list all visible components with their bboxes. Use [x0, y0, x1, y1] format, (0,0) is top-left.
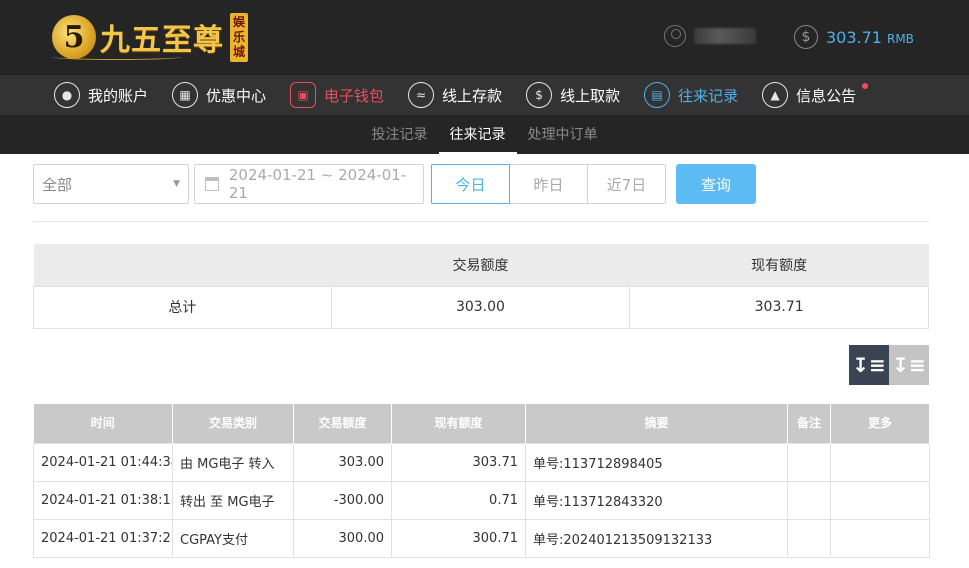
cell-more[interactable]	[830, 442, 930, 482]
summary-header-blank	[33, 244, 332, 286]
table-row: 2024-01-21 01:44:38 由 MG电子 转入 303.00 303…	[33, 442, 930, 482]
balance-currency: RMB	[886, 31, 914, 46]
cell-more[interactable]	[830, 518, 930, 558]
cell-balance: 0.71	[391, 480, 526, 520]
sort-controls: ↧≡ ↧≡	[849, 345, 929, 385]
nav-online-withdraw[interactable]: $ 线上取款	[526, 82, 620, 108]
logo-badge: 娱 乐 城	[230, 12, 248, 62]
tab-transaction-records[interactable]: 往来记录	[438, 124, 517, 154]
logo-text: 九五至尊	[100, 23, 224, 58]
nav-label: 线上取款	[560, 86, 621, 105]
col-type: 交易类别	[172, 404, 294, 443]
bell-icon: ▲	[762, 82, 789, 108]
sort-asc-button[interactable]: ↧≡	[889, 345, 929, 385]
nav-online-deposit[interactable]: ≈ 线上存款	[408, 82, 502, 108]
date-range-input[interactable]: 2024-01-21 ~ 2024-01-21	[194, 164, 424, 204]
type-select-value: 全部	[42, 175, 73, 194]
wallet-icon: ▣	[290, 82, 317, 108]
today-button[interactable]: 今日	[431, 164, 510, 204]
col-amount: 交易额度	[293, 404, 392, 443]
summary-table: 交易额度 现有额度 总计 303.00 303.71	[33, 244, 929, 329]
gift-icon: ▦	[172, 82, 199, 108]
cell-remark	[787, 480, 831, 520]
nav-transaction-records[interactable]: ▤ 往来记录	[644, 82, 738, 108]
cell-summary: 单号:202401213509132133	[525, 518, 788, 558]
nav-label: 线上存款	[442, 86, 503, 105]
dollar-icon: $	[794, 25, 818, 49]
balance-value: 303.71	[826, 27, 882, 47]
cell-summary: 单号:113712898405	[525, 442, 788, 482]
summary-total-row: 总计 303.00 303.71	[33, 285, 929, 329]
nav-announcements[interactable]: ▲ 信息公告	[762, 82, 869, 108]
nav-label: 电子钱包	[324, 86, 385, 105]
summary-header-current: 现有额度	[629, 244, 929, 286]
sort-desc-icon: ↧≡	[852, 353, 886, 377]
records-header-row: 时间 交易类别 交易额度 现有额度 摘要 备注 更多	[33, 404, 930, 443]
logo-emblem: 5	[52, 15, 96, 59]
quick-date-group: 今日 昨日 近7日	[431, 164, 666, 204]
col-remark: 备注	[787, 404, 831, 443]
nav-label: 优惠中心	[206, 86, 267, 105]
nav-label: 信息公告	[796, 86, 857, 105]
tab-bet-records[interactable]: 投注记录	[361, 124, 439, 154]
records-icon: ▤	[644, 82, 671, 108]
summary-header-row: 交易额度 现有额度	[33, 244, 929, 286]
username-redacted	[694, 28, 756, 44]
withdraw-icon: $	[526, 82, 553, 108]
tab-pending-orders[interactable]: 处理中订单	[517, 124, 609, 154]
col-time: 时间	[33, 404, 173, 443]
type-select[interactable]: 全部 ▼	[33, 164, 189, 204]
cell-amount: 300.00	[293, 518, 392, 558]
cell-amount: -300.00	[293, 480, 392, 520]
nav-label: 我的账户	[88, 86, 149, 105]
table-row: 2024-01-21 01:37:27 CGPAY支付 300.00 300.7…	[33, 518, 930, 558]
logo-flourish	[52, 54, 182, 60]
date-range-value: 2024-01-21 ~ 2024-01-21	[228, 166, 407, 202]
records-table: 时间 交易类别 交易额度 现有额度 摘要 备注 更多 2024-01-21 01…	[33, 404, 930, 558]
nav-e-wallet[interactable]: ▣ 电子钱包	[290, 82, 384, 108]
cell-summary: 单号:113712843320	[525, 480, 788, 520]
cell-remark	[787, 518, 831, 558]
divider	[33, 221, 929, 222]
nav-my-account[interactable]: ● 我的账户	[54, 82, 148, 108]
col-balance: 现有额度	[391, 404, 526, 443]
top-header: 5 九五至尊 娱 乐 城 $ 303.71 RMB	[0, 0, 969, 74]
cell-type: CGPAY支付	[172, 518, 294, 558]
cell-amount: 303.00	[293, 442, 392, 482]
cell-more[interactable]	[830, 480, 930, 520]
cell-type: 由 MG电子 转入	[172, 442, 294, 482]
balance-display: $ 303.71 RMB	[794, 25, 914, 49]
cell-time: 2024-01-21 01:44:38	[33, 442, 173, 482]
notification-dot	[862, 83, 869, 89]
user-info[interactable]	[664, 25, 756, 47]
main-nav: ● 我的账户 ▦ 优惠中心 ▣ 电子钱包 ≈ 线上存款 $ 线上取款 ▤ 往来记…	[0, 74, 969, 115]
cell-time: 2024-01-21 01:37:27	[33, 518, 173, 558]
nav-label: 往来记录	[678, 86, 739, 105]
filter-bar: 全部 ▼ 2024-01-21 ~ 2024-01-21 今日 昨日 近7日 查…	[33, 164, 756, 204]
summary-header-transaction: 交易额度	[331, 244, 630, 286]
yesterday-button[interactable]: 昨日	[509, 164, 588, 204]
summary-total-transaction: 303.00	[330, 285, 631, 329]
summary-total-current: 303.71	[629, 285, 929, 329]
table-row: 2024-01-21 01:38:13 转出 至 MG电子 -300.00 0.…	[33, 480, 930, 520]
sort-asc-icon: ↧≡	[892, 353, 926, 377]
user-avatar-icon	[664, 25, 686, 47]
col-summary: 摘要	[525, 404, 788, 443]
summary-total-label: 总计	[33, 285, 332, 329]
col-more: 更多	[830, 404, 930, 443]
cell-time: 2024-01-21 01:38:13	[33, 480, 173, 520]
last-7-days-button[interactable]: 近7日	[587, 164, 666, 204]
cell-type: 转出 至 MG电子	[172, 480, 294, 520]
sort-desc-button[interactable]: ↧≡	[849, 345, 889, 385]
cell-remark	[787, 442, 831, 482]
user-icon: ●	[54, 82, 80, 108]
calendar-icon	[205, 177, 219, 191]
query-button[interactable]: 查询	[676, 164, 756, 204]
cell-balance: 300.71	[391, 518, 526, 558]
nav-promotions[interactable]: ▦ 优惠中心	[172, 82, 266, 108]
sub-nav: 投注记录 往来记录 处理中订单	[0, 115, 969, 154]
cell-balance: 303.71	[391, 442, 526, 482]
caret-down-icon: ▼	[173, 179, 180, 189]
deposit-icon: ≈	[408, 82, 435, 108]
